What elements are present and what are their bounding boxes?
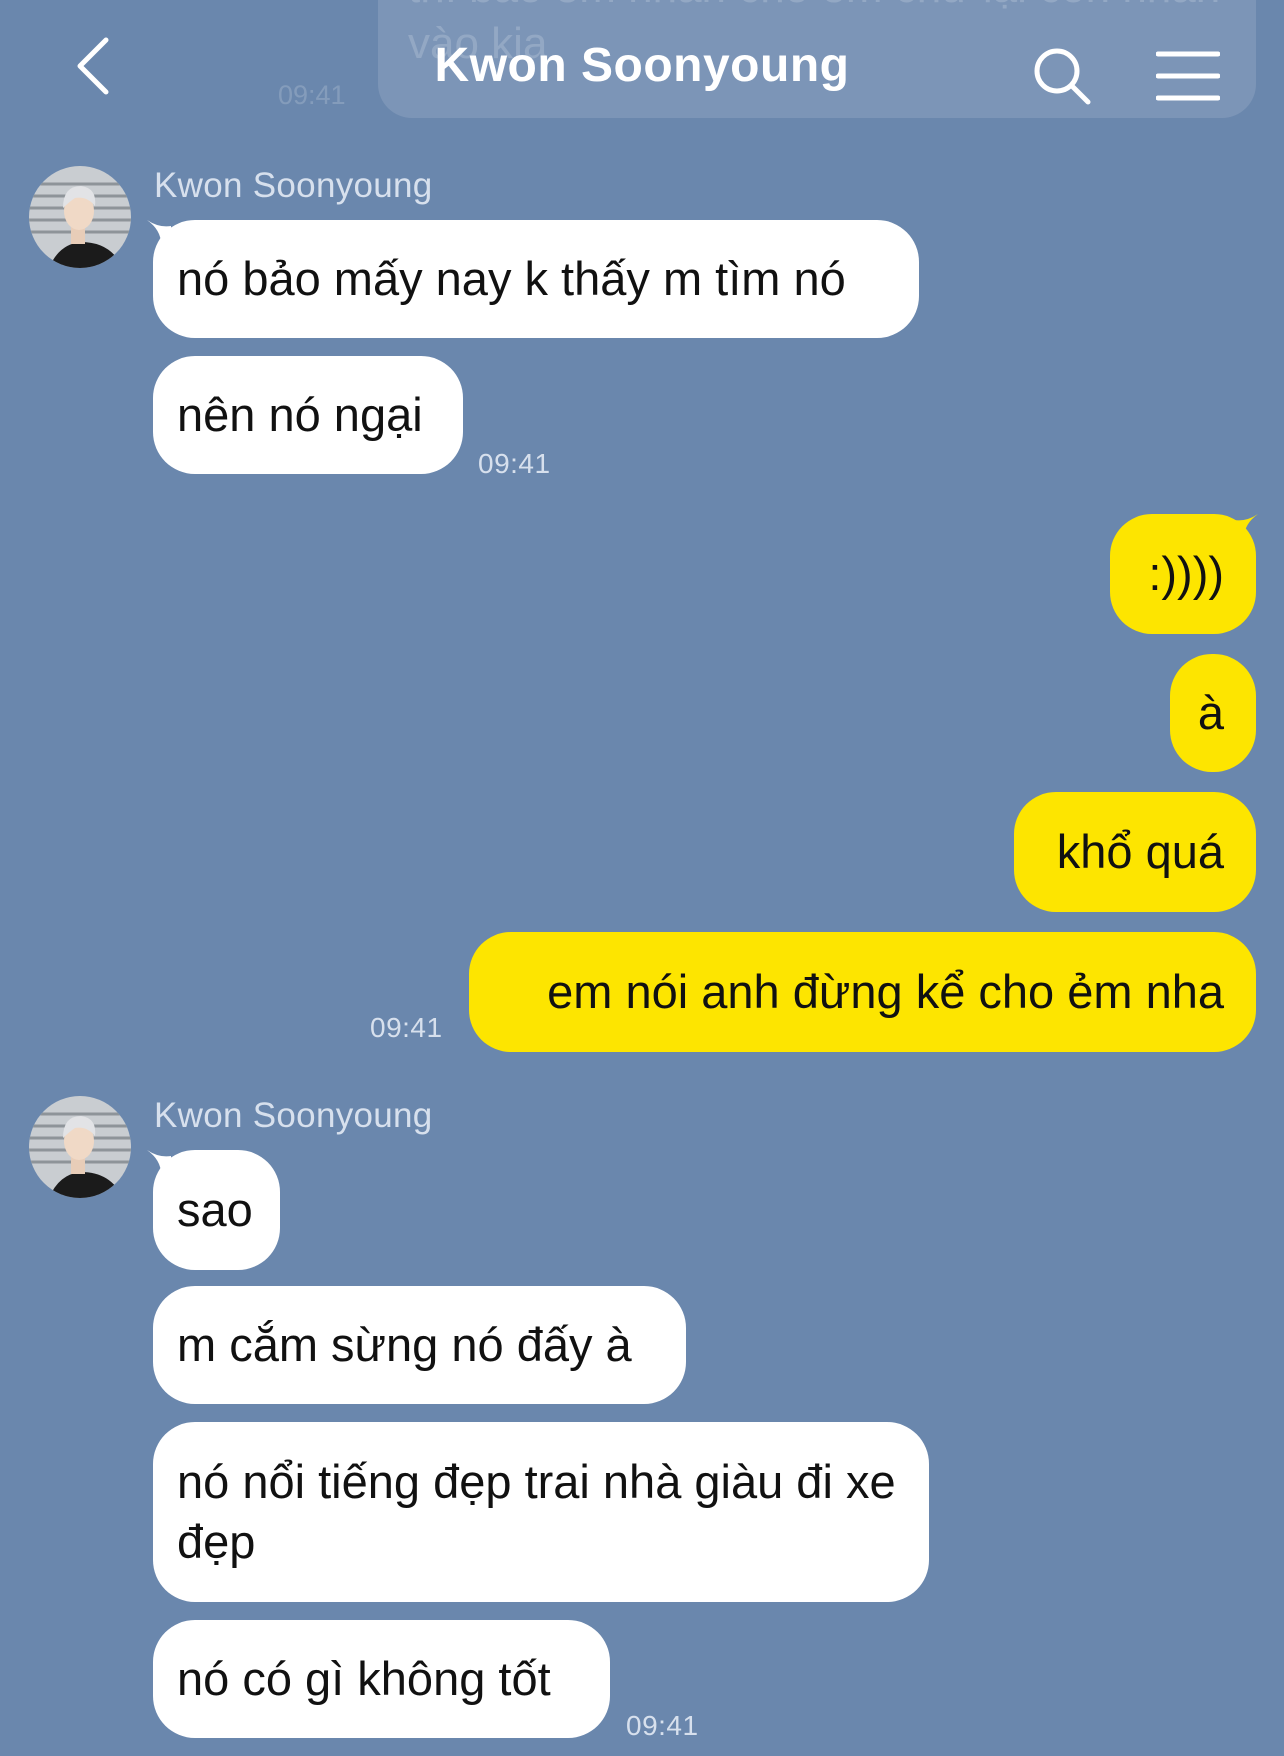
message-timestamp: 09:41 xyxy=(370,1012,443,1043)
message-text: nó bảo mấy nay k thấy m tìm nó xyxy=(177,252,846,305)
search-icon xyxy=(1034,48,1091,105)
message-bubble[interactable]: sao xyxy=(153,1150,280,1270)
message-timestamp: 09:41 xyxy=(478,448,551,479)
chat-header: thì bảo em nhắn cho em chứ lại còn nhắn … xyxy=(0,0,1284,150)
message-bubble[interactable]: :)))) xyxy=(1110,514,1256,634)
message-text: m cắm sừng nó đấy à xyxy=(177,1318,632,1371)
profile-avatar xyxy=(29,1096,131,1198)
message-text: nó nổi tiếng đẹp trai nhà giàu đi xe đẹp xyxy=(177,1455,896,1568)
sender-name: Kwon Soonyoung xyxy=(154,1096,433,1135)
message-bubble[interactable]: nó bảo mấy nay k thấy m tìm nó xyxy=(153,220,919,338)
message-text: nên nó ngại xyxy=(177,388,423,441)
message-text: em nói anh đừng kể cho ẻm nha xyxy=(547,965,1224,1018)
message-bubble[interactable]: khổ quá xyxy=(1014,792,1256,912)
message-bubble[interactable]: m cắm sừng nó đấy à xyxy=(153,1286,686,1404)
sender-name: Kwon Soonyoung xyxy=(154,166,433,205)
hamburger-menu-icon xyxy=(1155,51,1221,101)
message-text: nó có gì không tốt xyxy=(177,1652,551,1705)
contact-avatar[interactable] xyxy=(29,1096,131,1198)
message-bubble[interactable]: nên nó ngại xyxy=(153,356,463,474)
contact-avatar[interactable] xyxy=(29,166,131,268)
message-text: khổ quá xyxy=(1056,825,1224,878)
message-text: à xyxy=(1197,686,1224,739)
message-timestamp: 09:41 xyxy=(626,1710,699,1741)
search-button[interactable] xyxy=(1032,46,1094,108)
profile-avatar xyxy=(29,166,131,268)
message-text: :)))) xyxy=(1148,547,1224,600)
menu-button[interactable] xyxy=(1155,50,1221,102)
message-bubble[interactable]: à xyxy=(1170,654,1256,772)
message-bubble[interactable]: nó nổi tiếng đẹp trai nhà giàu đi xe đẹp xyxy=(153,1422,929,1602)
message-bubble[interactable]: nó có gì không tốt xyxy=(153,1620,610,1738)
message-text: sao xyxy=(177,1183,253,1236)
message-bubble[interactable]: em nói anh đừng kể cho ẻm nha xyxy=(469,932,1256,1052)
